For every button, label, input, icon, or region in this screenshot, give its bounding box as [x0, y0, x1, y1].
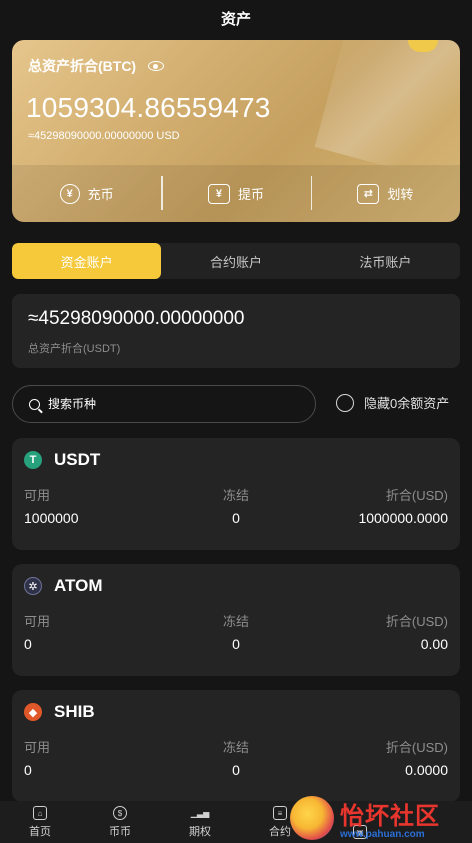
- account-tabs: 资金账户 合约账户 法币账户: [12, 243, 460, 279]
- home-icon: ⌂: [33, 806, 47, 820]
- watermark-logo-icon: [290, 795, 334, 840]
- usdt-icon: T: [24, 451, 42, 469]
- total-assets-btc-label-row: 总资产折合(BTC): [28, 56, 165, 76]
- coin-card-usdt[interactable]: T USDT 可用 冻结 折合(USD) 1000000 0 1000000.0…: [12, 438, 460, 550]
- total-assets-usd-approx: ≈45298090000.00000000 USD: [28, 130, 180, 142]
- tab-contract-account[interactable]: 合约账户: [161, 243, 310, 279]
- tab-funding-account[interactable]: 资金账户: [12, 243, 162, 279]
- watermark: 怡坏社区 www.pahuan.com: [290, 792, 472, 843]
- chart-icon: ▁▃▅: [190, 808, 210, 818]
- watermark-text: 怡坏社区 www.pahuan.com: [340, 796, 440, 840]
- converted-value: 0.00: [420, 636, 448, 652]
- coin-icon: $: [113, 806, 127, 820]
- converted-label: 折合(USD): [385, 614, 448, 629]
- converted-label: 折合(USD): [385, 488, 448, 503]
- card-action-bar: ¥ 充币 ¥ 提币 ⇄ 划转: [12, 165, 460, 222]
- asset-summary-card: 总资产折合(BTC) 1059304.86559473 ≈45298090000…: [12, 40, 460, 222]
- hide-zero-radio[interactable]: [336, 393, 354, 412]
- converted-label: 折合(USD): [385, 740, 448, 755]
- transfer-button[interactable]: ⇄ 划转: [310, 175, 460, 210]
- deposit-button[interactable]: ¥ 充币: [12, 183, 161, 204]
- nav-spot[interactable]: $ 币币: [80, 801, 160, 843]
- total-assets-btc-label: 总资产折合(BTC): [28, 58, 137, 74]
- converted-value: 1000000.0000: [358, 510, 448, 526]
- contract-icon: ≡: [273, 806, 287, 820]
- coin-header: T USDT: [24, 450, 100, 470]
- coin-header: ◆ SHIB: [24, 702, 95, 722]
- watermark-title: 怡坏社区: [340, 800, 440, 830]
- coin-search-input[interactable]: [48, 397, 288, 411]
- nav-home-label: 首页: [29, 826, 51, 838]
- coin-card-shib[interactable]: ◆ SHIB 可用 冻结 折合(USD) 0 0 0.0000: [12, 690, 460, 802]
- total-assets-usdt-box: ≈45298090000.00000000 总资产折合(USDT): [12, 294, 460, 368]
- coin-search-box[interactable]: [12, 385, 316, 423]
- coin-symbol: USDT: [54, 450, 101, 469]
- withdraw-button[interactable]: ¥ 提币: [161, 175, 310, 210]
- shib-icon: ◆: [24, 703, 42, 721]
- frozen-value: 0: [232, 762, 240, 778]
- frozen-value: 0: [232, 636, 240, 652]
- nav-home[interactable]: ⌂ 首页: [0, 801, 80, 843]
- transfer-label: 划转: [387, 187, 414, 202]
- coin-header: ✲ ATOM: [24, 576, 102, 596]
- coin-card-atom[interactable]: ✲ ATOM 可用 冻结 折合(USD) 0 0 0.00: [12, 564, 460, 676]
- withdraw-icon: ¥: [207, 183, 230, 204]
- hide-zero-balance-toggle[interactable]: 隐藏0余额资产: [336, 393, 449, 412]
- total-assets-usdt-value: ≈45298090000.00000000: [28, 308, 245, 329]
- deposit-icon: ¥: [59, 183, 80, 204]
- hide-zero-label: 隐藏0余额资产: [364, 396, 450, 411]
- page-title: 资产: [220, 11, 251, 28]
- coin-symbol: SHIB: [54, 702, 95, 721]
- deposit-label: 充币: [87, 187, 114, 202]
- atom-icon: ✲: [24, 577, 42, 595]
- total-assets-btc-value: 1059304.86559473: [26, 92, 271, 123]
- watermark-url: www.pahuan.com: [340, 828, 425, 840]
- nav-options-label: 期权: [189, 826, 211, 838]
- eye-icon[interactable]: [148, 61, 165, 71]
- nav-contract-label: 合约: [269, 826, 291, 838]
- transfer-icon: ⇄: [357, 183, 380, 204]
- coin-symbol: ATOM: [54, 576, 103, 595]
- nav-spot-label: 币币: [109, 826, 131, 838]
- search-icon: [29, 398, 40, 410]
- converted-value: 0.0000: [405, 762, 448, 778]
- total-assets-usdt-label: 总资产折合(USDT): [28, 343, 121, 355]
- nav-options[interactable]: ▁▃▅ 期权: [160, 801, 240, 843]
- tab-fiat-account[interactable]: 法币账户: [311, 243, 460, 279]
- withdraw-label: 提币: [237, 187, 264, 202]
